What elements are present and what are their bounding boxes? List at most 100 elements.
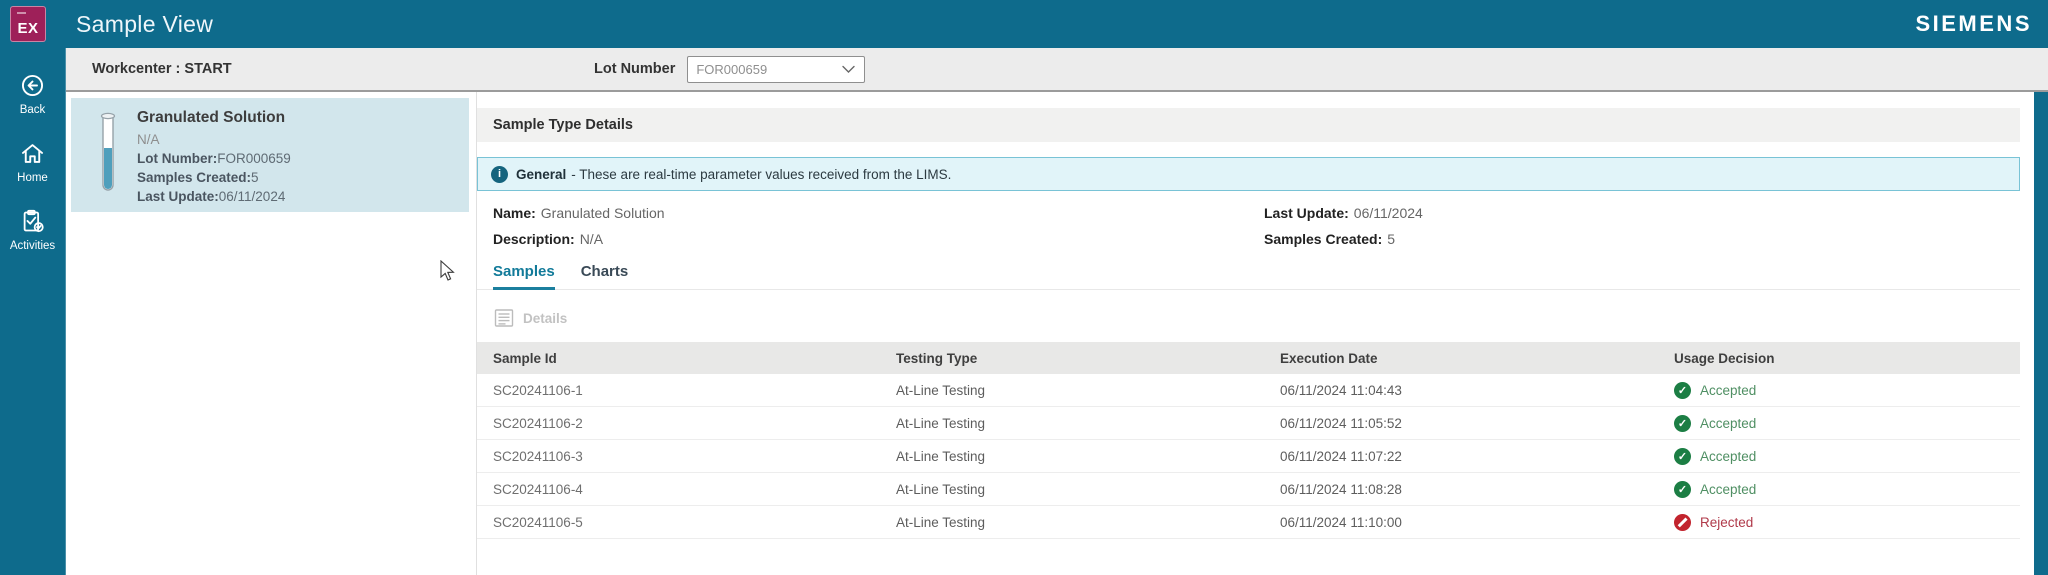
cell-sample-id: SC20241106-3: [493, 448, 583, 464]
usage-decision-label: Accepted: [1700, 448, 1757, 464]
right-frame-border: [2034, 92, 2048, 575]
column-header-execution-date[interactable]: Execution Date: [1264, 351, 1658, 366]
workcenter-label: Workcenter : START: [92, 61, 232, 77]
cell-usage-decision: Accepted: [1658, 480, 2020, 498]
sidebar-item-activities[interactable]: Activities: [10, 208, 55, 252]
cell-usage-decision: Accepted: [1658, 381, 2020, 399]
sidebar-item-label: Back: [19, 104, 46, 116]
cell-execution-date: 06/11/2024 11:10:00: [1280, 514, 1402, 530]
page-title: Sample View: [76, 10, 214, 37]
sample-card-title: Granulated Solution: [137, 109, 286, 126]
back-icon: [21, 74, 44, 97]
sample-card-lot-number: Lot Number:FOR000659: [137, 149, 291, 168]
samples-table: Sample Id Testing Type Execution Date Us…: [477, 342, 2020, 539]
field-samples-created-value: 5: [1387, 231, 1396, 247]
info-banner-text: - These are real-time parameter values r…: [571, 166, 952, 182]
app-header: EX Sample View SIEMENS: [0, 0, 2048, 48]
usage-decision-label: Accepted: [1700, 415, 1757, 431]
cell-execution-date: 06/11/2024 11:07:22: [1280, 448, 1402, 464]
table-row[interactable]: SC20241106-1 At-Line Testing 06/11/2024 …: [477, 374, 2020, 407]
sidebar-item-label: Home: [17, 172, 48, 184]
opcenter-ex-logo-icon[interactable]: EX: [10, 6, 46, 42]
table-row[interactable]: SC20241106-4 At-Line Testing 06/11/2024 …: [477, 473, 2020, 506]
details-button-label: Details: [523, 310, 568, 326]
lot-number-label: Lot Number: [594, 61, 676, 77]
detail-fields: Name: Granulated Solution Last Update: 06/…: [477, 205, 2020, 247]
cell-testing-type: At-Line Testing: [896, 448, 986, 464]
table-row[interactable]: SC20241106-2 At-Line Testing 06/11/2024 …: [477, 407, 2020, 440]
lot-number-dropdown[interactable]: FOR000659: [687, 55, 866, 83]
tab-samples[interactable]: Samples: [493, 263, 555, 290]
tab-charts[interactable]: Charts: [581, 263, 629, 290]
lot-number-value: FOR000659: [696, 61, 768, 77]
usage-decision-label: Accepted: [1700, 382, 1757, 398]
field-last-update-label: Last Update:: [1264, 205, 1349, 221]
field-description: Description: N/A: [493, 231, 1264, 247]
cell-sample-id: SC20241106-2: [493, 415, 583, 431]
info-banner: i General - These are real-time paramete…: [477, 157, 2020, 191]
table-toolbar: Details: [477, 300, 2020, 336]
column-header-usage-decision[interactable]: Usage Decision: [1658, 351, 2020, 366]
cell-testing-type: At-Line Testing: [896, 415, 986, 431]
details-button[interactable]: Details: [493, 307, 567, 329]
field-description-value: N/A: [579, 231, 604, 247]
cell-usage-decision: Rejected: [1658, 513, 2020, 531]
accepted-icon: [1674, 447, 1691, 465]
activities-icon: [23, 209, 44, 233]
field-last-update-value: 06/11/2024: [1353, 205, 1423, 221]
cell-execution-date: 06/11/2024 11:05:52: [1280, 415, 1402, 431]
table-header-row: Sample Id Testing Type Execution Date Us…: [477, 342, 2020, 374]
column-header-testing-type[interactable]: Testing Type: [880, 351, 1264, 366]
sample-type-card[interactable]: Granulated Solution N/A Lot Number:FOR00…: [71, 98, 469, 212]
mouse-cursor: [440, 260, 455, 281]
home-icon: [21, 144, 44, 163]
info-banner-title: General: [516, 166, 567, 182]
sample-list-panel: Granulated Solution N/A Lot Number:FOR00…: [66, 92, 477, 575]
field-description-label: Description:: [493, 231, 575, 247]
siemens-logo: SIEMENS: [1915, 11, 2032, 36]
cell-execution-date: 06/11/2024 11:04:43: [1280, 382, 1402, 398]
tab-bar: Samples Charts: [477, 263, 2020, 290]
cell-testing-type: At-Line Testing: [896, 514, 986, 530]
accepted-icon: [1674, 381, 1691, 399]
cell-sample-id: SC20241106-4: [493, 481, 583, 497]
field-name-value: Granulated Solution: [540, 205, 665, 221]
cell-execution-date: 06/11/2024 11:08:28: [1280, 481, 1402, 497]
cell-sample-id: SC20241106-1: [493, 382, 583, 398]
field-samples-created-label: Samples Created:: [1264, 231, 1383, 247]
sample-card-text: Granulated Solution N/A Lot Number:FOR00…: [137, 109, 291, 206]
sample-card-subtitle: N/A: [137, 132, 160, 147]
sidebar: Back Home Activities: [0, 48, 66, 575]
chevron-down-icon: [842, 65, 856, 73]
info-icon: i: [491, 165, 508, 183]
sidebar-item-home[interactable]: Home: [17, 140, 48, 184]
last-update-field-label: Last Update:: [137, 189, 219, 204]
lot-number-field-label: Lot Number:: [137, 151, 218, 166]
usage-decision-label: Accepted: [1700, 481, 1757, 497]
cell-testing-type: At-Line Testing: [896, 382, 986, 398]
table-row[interactable]: SC20241106-3 At-Line Testing 06/11/2024 …: [477, 440, 2020, 473]
samples-created-field-label: Samples Created:: [137, 170, 252, 185]
field-name-label: Name:: [493, 205, 536, 221]
cell-sample-id: SC20241106-5: [493, 514, 583, 530]
sample-card-samples-created: Samples Created:5: [137, 168, 291, 187]
lot-number-group: Lot Number FOR000659: [594, 48, 866, 90]
sidebar-item-label: Activities: [9, 240, 56, 252]
lot-number-field-value: FOR000659: [217, 151, 291, 166]
cell-testing-type: At-Line Testing: [896, 481, 986, 497]
test-tube-icon: [100, 112, 116, 191]
accepted-icon: [1674, 480, 1691, 498]
rejected-icon: [1674, 513, 1691, 531]
sample-card-last-update: Last Update:06/11/2024: [137, 187, 291, 206]
sidebar-item-back[interactable]: Back: [19, 72, 46, 116]
field-samples-created: Samples Created: 5: [1264, 231, 2020, 247]
column-header-sample-id[interactable]: Sample Id: [477, 351, 880, 366]
cell-usage-decision: Accepted: [1658, 447, 2020, 465]
last-update-field-value: 06/11/2024: [218, 189, 286, 204]
section-title: Sample Type Details: [477, 108, 2020, 142]
sample-type-details-panel: Sample Type Details i General - These ar…: [477, 92, 2020, 575]
cell-usage-decision: Accepted: [1658, 414, 2020, 432]
samples-created-field-value: 5: [251, 170, 259, 185]
table-row[interactable]: SC20241106-5 At-Line Testing 06/11/2024 …: [477, 506, 2020, 539]
accepted-icon: [1674, 414, 1691, 432]
